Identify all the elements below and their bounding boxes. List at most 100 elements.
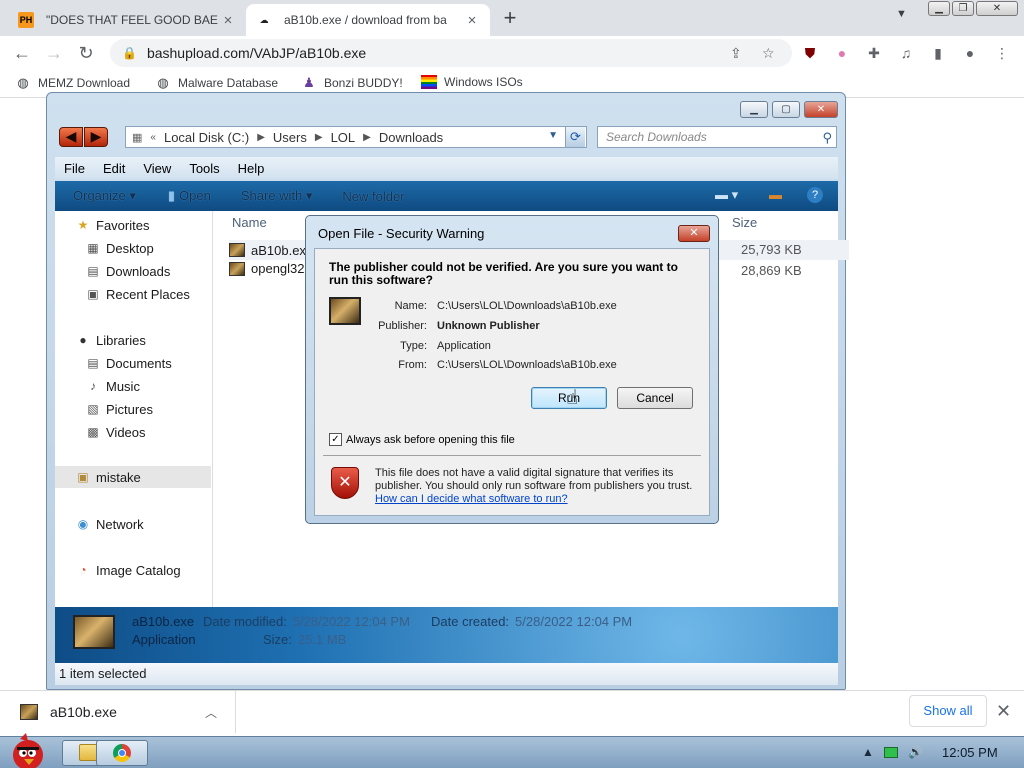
back-arrow-icon[interactable]: ◀ [59, 127, 83, 147]
breadcrumb-local-disk[interactable]: Local Disk (C:) [164, 130, 249, 145]
file-row-opengl32[interactable]: opengl32 [229, 261, 305, 276]
nav-downloads[interactable]: ▤ Downloads [85, 263, 170, 279]
bookmark-malware-db[interactable]: ◍ Malware Database [155, 75, 278, 91]
close-window-button[interactable]: ✕ [976, 1, 1018, 16]
organize-button[interactable]: Organize ▾ [63, 188, 146, 204]
maximize-button[interactable]: ▢ [772, 101, 800, 118]
close-icon[interactable]: × [464, 12, 480, 29]
search-icon[interactable]: ⚲ [822, 128, 832, 148]
breadcrumb-lol[interactable]: LOL [331, 130, 356, 145]
details-type: Application [132, 632, 196, 647]
taskbar-chrome-button[interactable] [96, 740, 148, 766]
ublock-icon[interactable]: ⛊ [801, 44, 819, 62]
breadcrumb-separator-icon[interactable]: ▶ [257, 132, 265, 143]
address-bar[interactable]: 🔒 bashupload.com/VAbJP/aB10b.exe ⇪ ☆ [110, 39, 792, 67]
breadcrumb-separator-icon[interactable]: ▶ [315, 132, 323, 143]
details-label: Date modified: [203, 614, 287, 629]
help-link[interactable]: How can I decide what software to run? [375, 493, 568, 505]
nav-mistake[interactable]: ▣ mistake [55, 466, 211, 488]
reload-button[interactable]: ↻ [74, 41, 98, 65]
explorer-address-bar[interactable]: ▦ « Local Disk (C:) ▶ Users ▶ LOL ▶ Down… [125, 126, 587, 148]
refresh-icon[interactable]: ⟳ [565, 127, 585, 147]
menu-tools[interactable]: Tools [180, 161, 228, 176]
column-header-name[interactable]: Name [232, 215, 267, 230]
bookmark-memz[interactable]: ◍ MEMZ Download [15, 75, 130, 91]
taskbar-clock[interactable]: 12:05 PM [942, 745, 998, 760]
close-icon[interactable]: ✕ [996, 701, 1011, 722]
user-folder-icon: ▣ [77, 470, 89, 484]
menu-view[interactable]: View [134, 161, 180, 176]
tab-pornhub[interactable]: PH "DOES THAT FEEL GOOD BAE × [8, 4, 246, 36]
breadcrumb-users[interactable]: Users [273, 130, 307, 145]
checkbox-checkmark-icon[interactable]: ✓ [329, 433, 342, 446]
show-all-button[interactable]: Show all [909, 695, 987, 727]
chevron-down-icon[interactable]: ▼ [896, 8, 907, 20]
tray-expand-icon[interactable]: ▲ [862, 745, 874, 759]
menu-file[interactable]: File [55, 161, 94, 176]
extension-flag-icon[interactable]: ● [833, 44, 851, 62]
new-tab-button[interactable]: + [498, 5, 522, 31]
nav-recent-places[interactable]: ▣ Recent Places [85, 286, 190, 302]
nav-pictures[interactable]: ▧ Pictures [85, 401, 153, 417]
nav-music[interactable]: ♪ Music [85, 378, 140, 394]
close-icon[interactable]: × [220, 12, 236, 29]
share-icon[interactable]: ⇪ [730, 39, 742, 67]
download-item[interactable]: aB10b.exe ︿ [0, 691, 236, 733]
nav-documents[interactable]: ▤ Documents [85, 355, 171, 371]
share-with-button[interactable]: Share with ▾ [231, 188, 323, 204]
bookmark-bonzi[interactable]: ♟ Bonzi BUDDY! [301, 75, 403, 91]
search-input[interactable]: Search Downloads ⚲ [597, 126, 837, 148]
browser-tab-strip: PH "DOES THAT FEEL GOOD BAE × ☁ aB10b.ex… [0, 0, 1024, 36]
nav-videos[interactable]: ▩ Videos [85, 424, 145, 440]
open-button[interactable]: ▮ Open [158, 188, 221, 204]
nav-network[interactable]: ◉ Network [75, 516, 144, 532]
minimize-button[interactable]: ▁ [740, 101, 768, 118]
nav-libraries[interactable]: ● Libraries [75, 332, 145, 348]
nav-label: Favorites [96, 217, 150, 233]
media-queue-icon[interactable]: ♫ [897, 44, 915, 62]
field-value: Application [437, 340, 491, 352]
menu-edit[interactable]: Edit [94, 161, 134, 176]
tab-bashupload[interactable]: ☁ aB10b.exe / download from ba × [246, 4, 490, 36]
bookmark-star-icon[interactable]: ☆ [762, 39, 775, 67]
preview-pane-icon[interactable]: ▬ [769, 187, 782, 202]
more-menu-icon[interactable]: ⋮ [993, 44, 1011, 62]
minimize-button[interactable]: ▁ [928, 1, 950, 16]
globe-icon: ◍ [17, 75, 29, 90]
restore-button[interactable]: ❐ [952, 1, 974, 16]
bookmark-windows-isos[interactable]: Windows ISOs [421, 75, 523, 89]
close-window-button[interactable]: ✕ [804, 101, 838, 118]
column-header-size[interactable]: Size [732, 215, 757, 230]
profile-avatar-icon[interactable]: ● [961, 44, 979, 62]
chevron-up-icon[interactable]: ︿ [199, 704, 223, 721]
lock-icon: 🔒 [122, 46, 137, 60]
cancel-button[interactable]: Cancel [617, 387, 693, 409]
overflow-chevron-icon[interactable]: « [150, 132, 156, 143]
chevron-down-icon[interactable]: ▼ [548, 130, 558, 141]
angry-bird-start-icon[interactable] [4, 731, 52, 768]
field-value: C:\Users\LOL\Downloads\aB10b.exe [437, 359, 617, 371]
nav-image-catalog[interactable]: ◔ Image Catalog [75, 562, 180, 578]
help-icon[interactable]: ? [807, 187, 823, 203]
view-options-icon[interactable]: ▬ ▾ [715, 187, 738, 203]
always-ask-checkbox[interactable]: ✓ Always ask before opening this file [329, 433, 515, 446]
nav-favorites[interactable]: ★ Favorites [75, 217, 150, 233]
url-text[interactable]: bashupload.com/VAbJP/aB10b.exe [147, 45, 366, 61]
breadcrumb-downloads[interactable]: Downloads [379, 130, 443, 145]
bookmark-label: Malware Database [178, 76, 279, 90]
dialog-close-button[interactable]: ✕ [678, 225, 710, 242]
navigation-pane: ★ Favorites ▦ Desktop ▤ Downloads ▣ Recent P… [55, 211, 213, 607]
volume-icon[interactable]: 🔊 [908, 745, 923, 759]
forward-arrow-icon[interactable]: ▶ [84, 127, 108, 147]
back-button[interactable]: ← [10, 41, 34, 65]
new-folder-button[interactable]: New folder [332, 189, 414, 204]
menu-help[interactable]: Help [229, 161, 274, 176]
breadcrumb-separator-icon[interactable]: ▶ [363, 132, 371, 143]
network-status-icon[interactable] [884, 747, 898, 758]
music-icon: ♪ [90, 379, 96, 393]
run-button[interactable]: Run [531, 387, 607, 409]
forward-button[interactable]: → [42, 41, 66, 65]
side-panel-icon[interactable]: ▮ [929, 44, 947, 62]
extensions-puzzle-icon[interactable]: ✚ [865, 44, 883, 62]
nav-desktop[interactable]: ▦ Desktop [85, 240, 153, 256]
